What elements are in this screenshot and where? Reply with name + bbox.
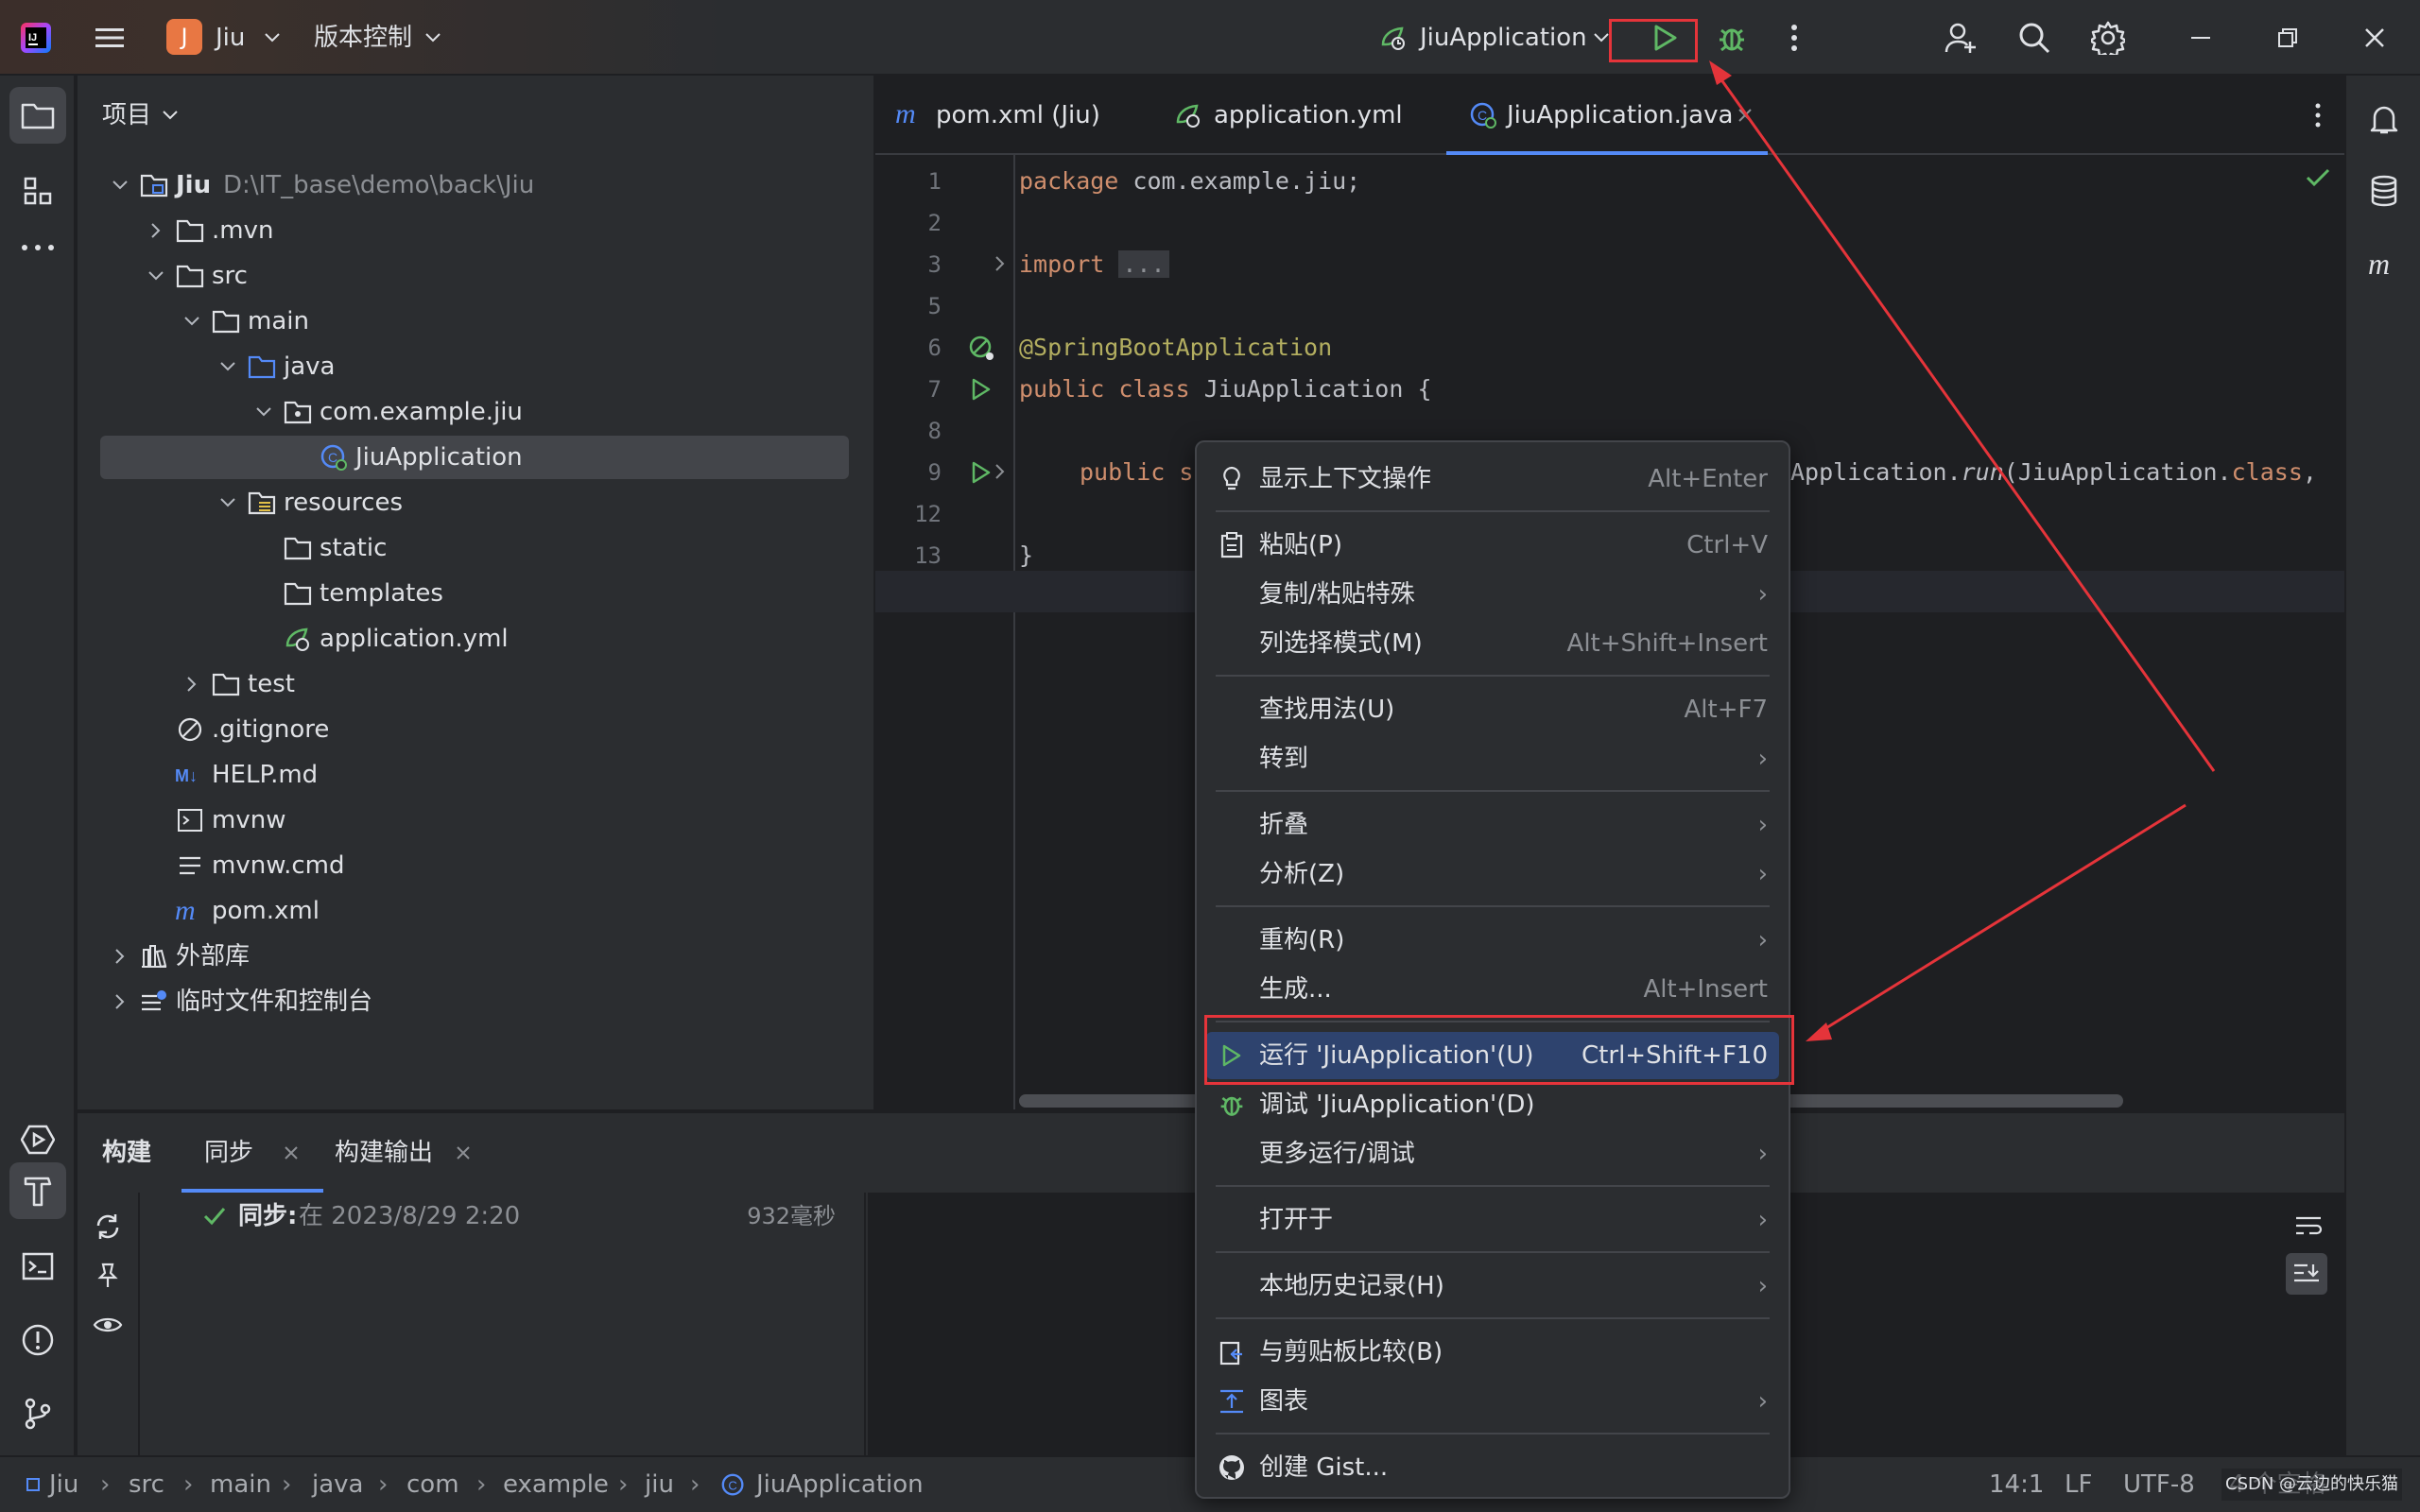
arrow-to-run-menu-item [1816, 803, 2187, 1036]
arrow-head-icon [1709, 60, 1732, 85]
annotation-arrows [1709, 60, 2216, 1041]
arrow-to-run-button [1714, 71, 2216, 772]
